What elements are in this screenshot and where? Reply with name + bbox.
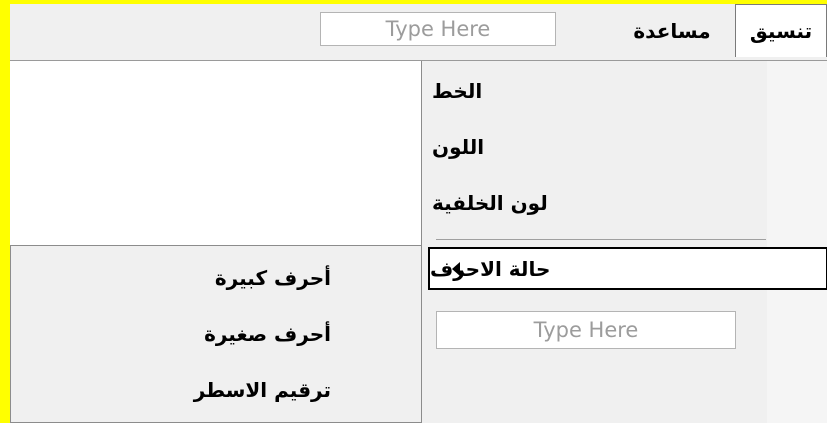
submenu-item-lowercase[interactable]: أحرف صغيرة bbox=[204, 314, 331, 354]
menu-item-font[interactable]: الخط bbox=[432, 71, 757, 111]
menu-type-here-input[interactable]: Type Here bbox=[320, 12, 556, 46]
letter-case-submenu: أحرف كبيرة أحرف صغيرة ترقيم الاسطر bbox=[10, 245, 422, 423]
menu-format[interactable]: تنسيق bbox=[735, 4, 827, 57]
yellow-left-border bbox=[0, 0, 10, 423]
menu-item-background-color[interactable]: لون الخلفية bbox=[432, 183, 757, 223]
menu-item-color[interactable]: اللون bbox=[432, 127, 757, 167]
menu-separator bbox=[436, 239, 766, 240]
menu-help[interactable]: مساعدة bbox=[612, 4, 732, 57]
dropdown-type-here-input[interactable]: Type Here bbox=[436, 311, 736, 349]
menu-item-letter-case[interactable]: حالة الاحرف bbox=[428, 247, 827, 290]
submenu-item-uppercase[interactable]: أحرف كبيرة bbox=[215, 258, 331, 298]
submenu-arrow-icon bbox=[452, 262, 460, 276]
menu-item-letter-case-label: حالة الاحرف bbox=[430, 256, 551, 281]
format-dropdown: الخط اللون لون الخلفية حالة الاحرف Type … bbox=[421, 61, 827, 423]
submenu-item-line-numbering[interactable]: ترقيم الاسطر bbox=[194, 370, 331, 410]
dropdown-icon-gutter bbox=[767, 61, 827, 423]
menu-bar: تنسيق مساعدة Type Here bbox=[10, 4, 827, 61]
